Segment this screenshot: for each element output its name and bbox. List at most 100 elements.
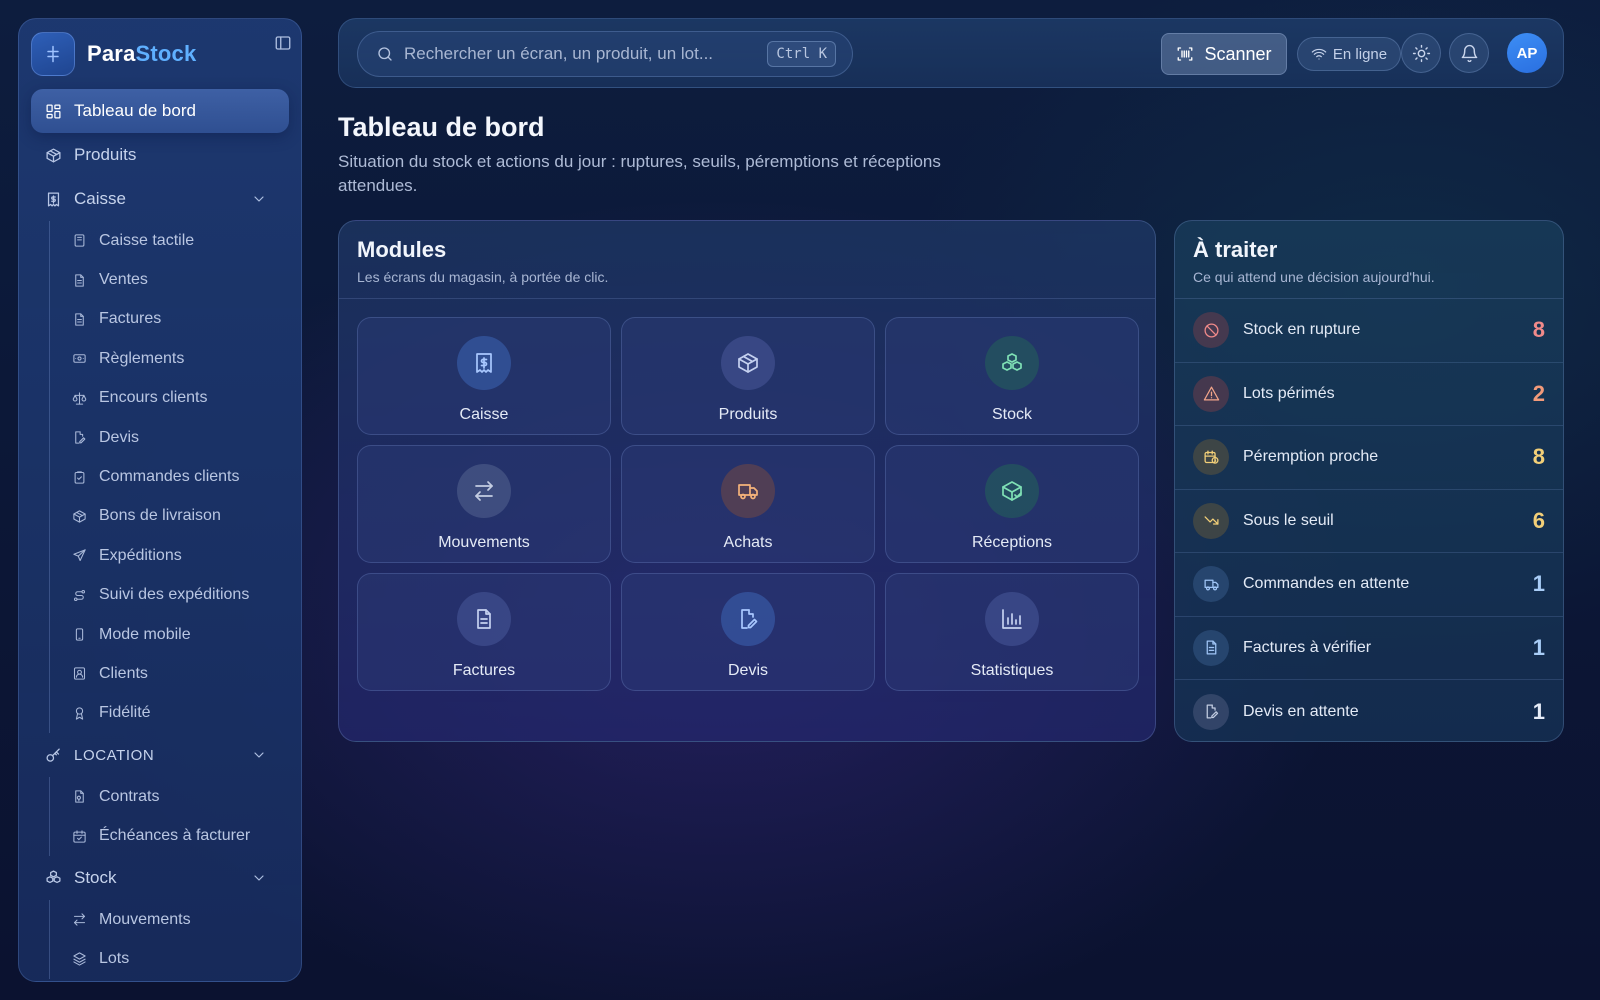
module-tile-label: Caisse	[459, 406, 509, 423]
truck-icon	[736, 479, 760, 503]
sidebar-item-label: Caisse tactile	[99, 231, 195, 249]
sidebar-item-mode-mobile[interactable]: Mode mobile	[72, 615, 289, 654]
package-icon	[45, 147, 62, 164]
todo-row-sous-le-seuil[interactable]: Sous le seuil 6	[1175, 490, 1563, 553]
file-text-icon	[472, 607, 496, 631]
modules-card: Modules Les écrans du magasin, à portée …	[338, 220, 1156, 742]
sidebar-item-reglements[interactable]: Règlements	[72, 339, 289, 378]
theme-toggle-button[interactable]	[1401, 33, 1441, 73]
todo-label: Factures à vérifier	[1243, 638, 1372, 656]
todo-row-factures-verifier[interactable]: Factures à vérifier 1	[1175, 617, 1563, 680]
sidebar-item-label: Ventes	[99, 271, 148, 289]
notifications-button[interactable]	[1449, 33, 1489, 73]
todo-row-stock-rupture[interactable]: Stock en rupture 8	[1175, 299, 1563, 363]
module-tile-produits[interactable]: Produits	[621, 317, 875, 435]
module-tile-icon-wrap	[985, 336, 1039, 390]
modules-grid: Caisse Produits Stock Mouvements Achats …	[357, 317, 1139, 691]
file-edit-icon	[1203, 703, 1220, 720]
todo-icon-wrap	[1193, 312, 1229, 349]
sidebar-group-stock[interactable]: Stock	[31, 856, 289, 900]
module-tile-label: Stock	[991, 406, 1032, 423]
bar-chart-icon	[1000, 607, 1024, 631]
sidebar-item-expeditions[interactable]: Expéditions	[72, 536, 289, 575]
sidebar-submenu-stock: Mouvements Lots	[49, 899, 289, 979]
sidebar-item-dashboard[interactable]: Tableau de bord	[31, 89, 289, 133]
sidebar-group-caisse[interactable]: Caisse	[31, 177, 289, 221]
module-tile-factures[interactable]: Factures	[357, 573, 611, 691]
package-icon	[72, 509, 87, 524]
sidebar-item-clients[interactable]: Clients	[72, 654, 289, 693]
scanner-button-label: Scanner	[1204, 43, 1272, 64]
scale-icon	[72, 391, 87, 406]
collapse-sidebar-button[interactable]	[271, 31, 295, 55]
sidebar-item-echeances[interactable]: Échéances à facturer	[72, 816, 289, 855]
sidebar-nav: Tableau de bord Produits Caisse Caisse t…	[31, 89, 289, 979]
todo-subtitle: Ce qui attend une décision aujourd'hui.	[1193, 269, 1435, 285]
search-input[interactable]	[404, 44, 764, 64]
todo-count: 1	[1532, 634, 1545, 660]
sidebar-item-factures[interactable]: Factures	[72, 300, 289, 339]
sidebar-item-commandes-clients[interactable]: Commandes clients	[72, 457, 289, 496]
user-avatar[interactable]: AP	[1507, 33, 1547, 73]
sidebar-item-label: Lots	[99, 949, 130, 967]
search-icon	[376, 45, 394, 63]
todo-icon-wrap	[1193, 502, 1229, 539]
sidebar-item-label: Suivi des expéditions	[99, 586, 250, 604]
file-text-icon	[1203, 639, 1220, 656]
todo-label: Stock en rupture	[1243, 321, 1361, 339]
todo-label: Commandes en attente	[1243, 575, 1410, 593]
scanner-button[interactable]: Scanner	[1161, 33, 1287, 75]
module-tile-mouvements[interactable]: Mouvements	[357, 445, 611, 563]
brand[interactable]: ParaStock	[31, 31, 289, 77]
sidebar-item-bons-de-livraison[interactable]: Bons de livraison	[72, 497, 289, 536]
arrows-swap-icon	[72, 912, 87, 927]
todo-label: Devis en attente	[1243, 702, 1359, 720]
sidebar-item-lots[interactable]: Lots	[72, 939, 289, 978]
sidebar-item-label: Tableau de bord	[74, 101, 196, 120]
sidebar-item-label: Règlements	[99, 349, 185, 367]
sidebar-item-products[interactable]: Produits	[31, 133, 289, 177]
todo-row-devis-attente[interactable]: Devis en attente 1	[1175, 680, 1563, 741]
boxes-icon	[1000, 351, 1024, 375]
todo-icon-wrap	[1193, 693, 1229, 730]
todo-row-peremption-proche[interactable]: Péremption proche 8	[1175, 426, 1563, 490]
module-tile-icon-wrap	[721, 336, 775, 390]
module-tile-icon-wrap	[721, 592, 775, 646]
todo-card: À traiter Ce qui attend une décision auj…	[1174, 220, 1564, 742]
module-tile-achats[interactable]: Achats	[621, 445, 875, 563]
sidebar-item-suivi-expeditions[interactable]: Suivi des expéditions	[72, 576, 289, 615]
todo-label: Péremption proche	[1243, 448, 1379, 466]
module-tile-icon-wrap	[985, 464, 1039, 518]
file-edit-icon	[736, 607, 760, 631]
sidebar-item-devis[interactable]: Devis	[72, 418, 289, 457]
todo-row-commandes-attente[interactable]: Commandes en attente 1	[1175, 553, 1563, 617]
module-tile-label: Factures	[452, 662, 516, 679]
todo-count: 1	[1532, 571, 1545, 597]
sidebar-item-encours-clients[interactable]: Encours clients	[72, 379, 289, 418]
todo-row-lots-perimes[interactable]: Lots périmés 2	[1175, 363, 1563, 426]
search-shortcut-badge: Ctrl K	[767, 41, 836, 67]
module-tile-icon-wrap	[721, 464, 775, 518]
sidebar-item-label: Encours clients	[99, 389, 208, 407]
module-tile-caisse[interactable]: Caisse	[357, 317, 611, 435]
sidebar-item-label: Contrats	[99, 787, 160, 805]
sidebar-item-label: Produits	[74, 145, 137, 164]
sidebar-item-ventes[interactable]: Ventes	[72, 260, 289, 299]
module-tile-receptions[interactable]: Réceptions	[885, 445, 1139, 563]
sidebar-item-mouvements[interactable]: Mouvements	[72, 900, 289, 939]
todo-label: Lots périmés	[1243, 384, 1335, 402]
sidebar-group-location[interactable]: LOCATION	[31, 733, 289, 777]
route-icon	[72, 588, 87, 603]
package-check-icon	[1000, 479, 1024, 503]
sidebar-item-contrats[interactable]: Contrats	[72, 777, 289, 816]
sun-icon	[1412, 44, 1431, 63]
module-tile-statistiques[interactable]: Statistiques	[885, 573, 1139, 691]
search-bar[interactable]: Ctrl K	[357, 31, 853, 77]
module-tile-devis[interactable]: Devis	[621, 573, 875, 691]
sidebar-item-label: Mode mobile	[99, 625, 191, 643]
sidebar-item-fidelite[interactable]: Fidélité	[72, 694, 289, 733]
module-tile-stock[interactable]: Stock	[885, 317, 1139, 435]
module-tile-label: Devis	[727, 662, 768, 679]
sidebar-item-caisse-tactile[interactable]: Caisse tactile	[72, 221, 289, 260]
layers-icon	[72, 951, 87, 966]
